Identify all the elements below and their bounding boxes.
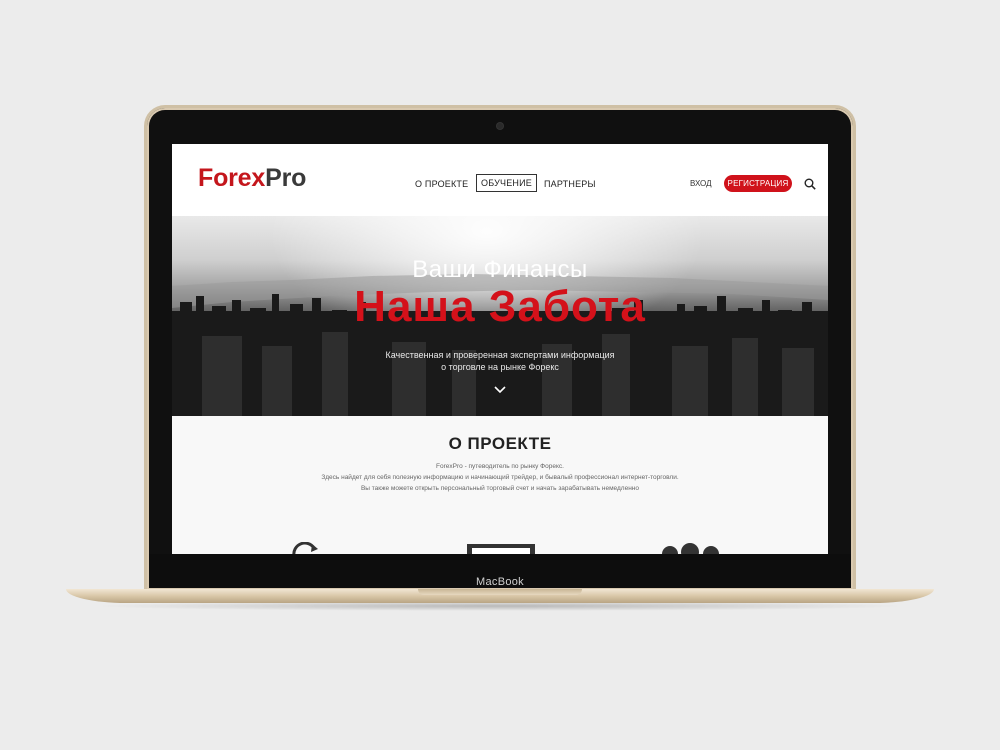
- site-logo[interactable]: ForexPro: [198, 164, 306, 193]
- monitor-icon: [467, 544, 535, 554]
- nav-item-about[interactable]: О ПРОЕКТЕ: [415, 179, 468, 189]
- nav-item-learning[interactable]: ОБУЧЕНИЕ: [476, 174, 537, 192]
- site-header: ForexPro О ПРОЕКТЕ ОБУЧЕНИЕ ПАРТНЕРЫ ВХО…: [172, 144, 828, 216]
- logo-part-pro: Pro: [265, 164, 307, 192]
- hero-title-line2: Наша Забота: [354, 282, 646, 331]
- logo-part-forex: Forex: [198, 164, 266, 192]
- device-brand: MacBook: [476, 576, 524, 588]
- register-button[interactable]: РЕГИСТРАЦИЯ: [724, 175, 792, 192]
- hero-subtitle-line2: о торговле на рынке Форекс: [441, 362, 559, 372]
- about-title: О ПРОЕКТЕ: [448, 434, 552, 453]
- chevron-down-icon[interactable]: [494, 386, 506, 394]
- about-text-line2: Здесь найдет для себя полезную информаци…: [321, 474, 679, 481]
- refresh-chart-icon: [292, 542, 318, 554]
- website-screen: ForexPro О ПРОЕКТЕ ОБУЧЕНИЕ ПАРТНЕРЫ ВХО…: [172, 144, 828, 554]
- camera-icon: [497, 123, 503, 129]
- stage: MacBook ForexPro О ПРОЕКТЕ ОБУЧЕНИЕ ПАРТ…: [0, 0, 1000, 750]
- login-link[interactable]: ВХОД: [690, 179, 712, 188]
- hero-subtitle: Качественная и проверенная экспертами ин…: [172, 349, 828, 373]
- about-section: О ПРОЕКТЕ ForexPro - путеводитель по рын…: [172, 416, 828, 554]
- hero-title-line1: Ваши Финансы: [412, 256, 588, 283]
- about-text-line1: ForexPro - путеводитель по рынку Форекс.: [436, 463, 564, 470]
- laptop-notch: [418, 589, 582, 595]
- hero-subtitle-line1: Качественная и проверенная экспертами ин…: [385, 350, 615, 360]
- users-group-icon: [662, 543, 719, 554]
- hero-banner: Ваши Финансы Наша Забота Качественная и …: [172, 216, 828, 416]
- about-text-line3: Вы также можете открыть персональный тор…: [360, 485, 640, 492]
- about-text: ForexPro - путеводитель по рынку Форекс.…: [172, 461, 828, 494]
- search-icon[interactable]: [804, 178, 816, 190]
- nav-item-partners[interactable]: ПАРТНЕРЫ: [544, 179, 596, 189]
